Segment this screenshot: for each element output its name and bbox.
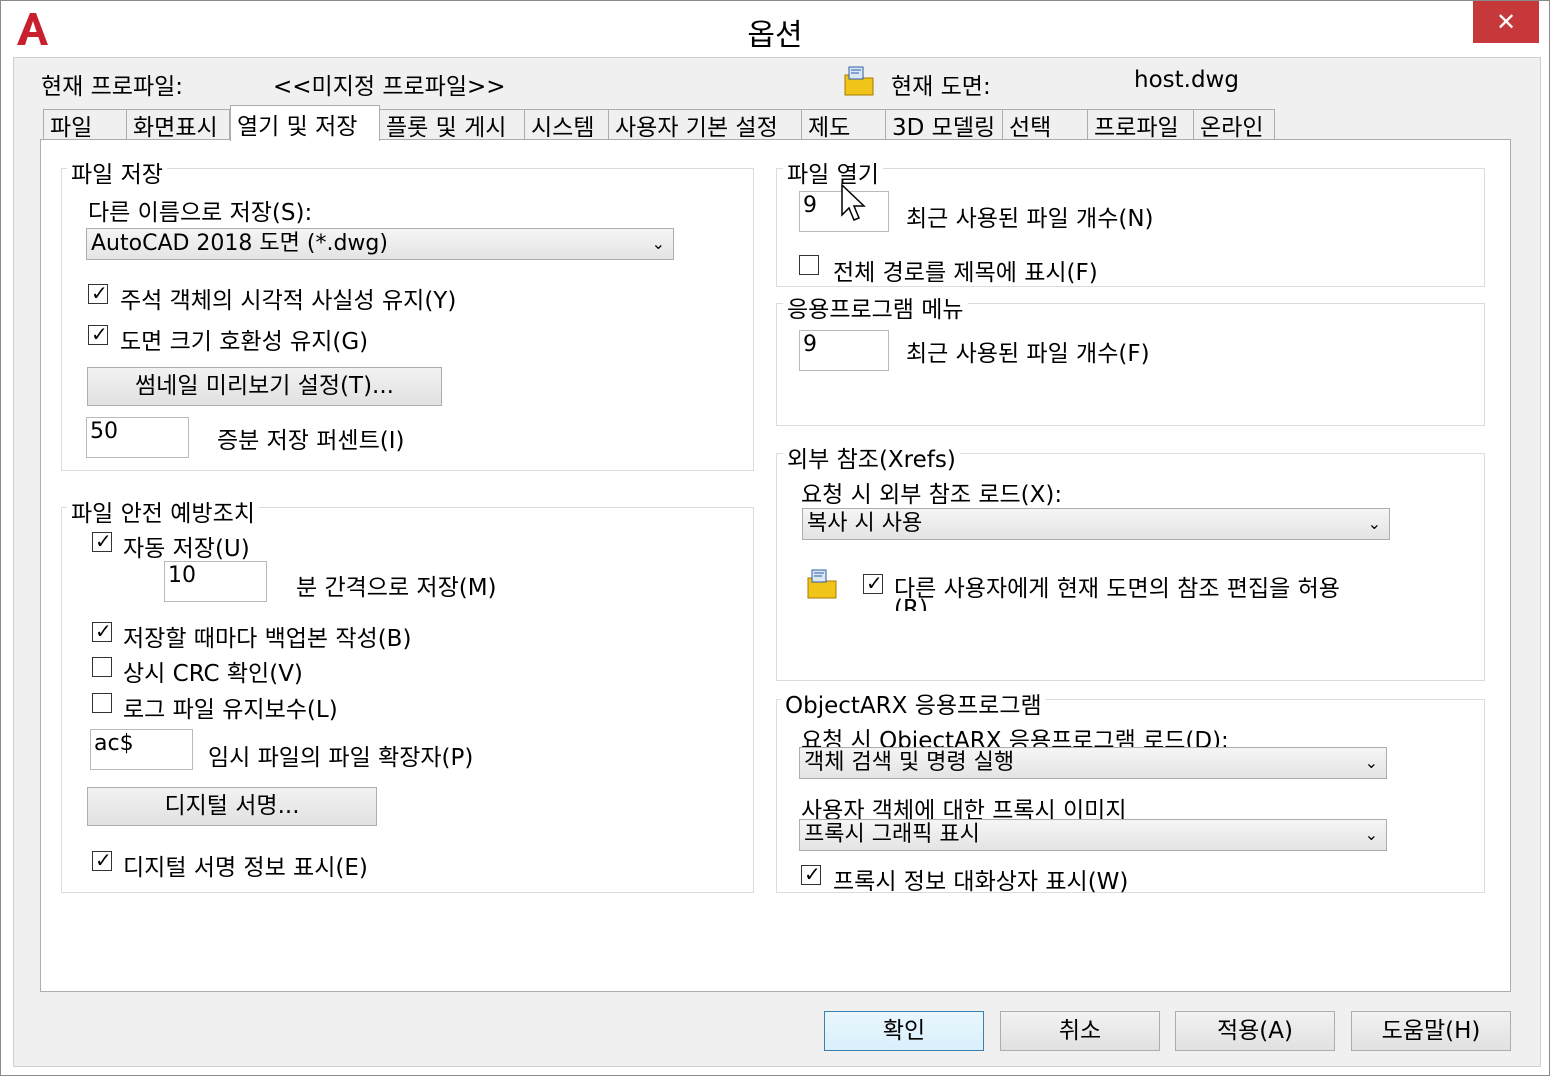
- autosave-interval-label: 분 간격으로 저장(M): [296, 575, 497, 601]
- current-profile-label: 현재 프로파일:: [41, 74, 184, 100]
- help-button[interactable]: 도움말(H): [1351, 1011, 1511, 1051]
- tab-profiles[interactable]: 프로파일: [1087, 109, 1194, 141]
- log-label: 로그 파일 유지보수(L): [123, 697, 338, 723]
- show-signature-label: 디지털 서명 정보 표시(E): [123, 855, 368, 881]
- proxy-dialog-label: 프록시 정보 대화상자 표시(W): [833, 869, 1129, 895]
- digital-signature-button[interactable]: 디지털 서명...: [87, 787, 377, 826]
- saveas-label: 다른 이름으로 저장(S):: [88, 200, 313, 226]
- crc-label: 상시 CRC 확인(V): [123, 661, 303, 687]
- tab-selection[interactable]: 선택: [1002, 109, 1088, 141]
- annot-visual-label: 주석 객체의 시각적 사실성 유지(Y): [120, 288, 457, 314]
- proxy-dialog-checkbox[interactable]: ✓: [801, 862, 821, 886]
- size-compat-checkbox[interactable]: ✓: [88, 322, 108, 346]
- close-button[interactable]: ✕: [1473, 1, 1539, 43]
- chevron-down-icon: ⌄: [1364, 825, 1378, 844]
- current-drawing-label: 현재 도면:: [891, 74, 991, 100]
- options-dialog: 옵션 ✕ 현재 프로파일: <<미지정 프로파일>> 현재 도면: host.d…: [0, 0, 1550, 1076]
- drawing-file-icon: [807, 569, 837, 599]
- app-menu-recent-label: 최근 사용된 파일 개수(F): [906, 341, 1150, 367]
- arx-demand-select[interactable]: 객체 검색 및 명령 실행 ⌄: [799, 747, 1387, 779]
- thumbnail-settings-button[interactable]: 썸네일 미리보기 설정(T)...: [87, 367, 442, 406]
- xrefs-title: 외부 참조(Xrefs): [783, 440, 960, 474]
- temp-ext-input[interactable]: ac$: [90, 729, 193, 770]
- log-checkbox[interactable]: [92, 693, 112, 713]
- full-path-checkbox[interactable]: [799, 255, 819, 275]
- checkmark-icon: ✓: [95, 529, 112, 553]
- autosave-label: 자동 저장(U): [123, 536, 250, 562]
- incremental-save-input[interactable]: 50: [86, 417, 189, 458]
- autosave-checkbox[interactable]: ✓: [92, 529, 112, 553]
- cancel-button[interactable]: 취소: [1000, 1011, 1160, 1051]
- app-menu-recent-input[interactable]: 9: [799, 330, 889, 371]
- backup-label: 저장할 때마다 백업본 작성(B): [123, 626, 412, 652]
- allow-xref-edit-label: 다른 사용자에게 현재 도면의 참조 편집을 허용: [894, 576, 1340, 602]
- mouse-cursor-icon: [841, 183, 866, 221]
- proxy-images-select[interactable]: 프록시 그래픽 표시 ⌄: [799, 819, 1387, 851]
- tab-3d-modeling[interactable]: 3D 모델링: [885, 109, 1003, 141]
- chevron-down-icon: ⌄: [1364, 753, 1378, 772]
- xref-demand-label: 요청 시 외부 참조 로드(X):: [801, 482, 1063, 508]
- tab-plot-and-publish[interactable]: 플롯 및 게시: [379, 109, 525, 141]
- checkmark-icon: ✓: [95, 619, 112, 643]
- current-profile-value: <<미지정 프로파일>>: [273, 74, 506, 100]
- checkmark-icon: ✓: [91, 281, 108, 305]
- checkmark-icon: ✓: [95, 848, 112, 872]
- size-compat-label: 도면 크기 호환성 유지(G): [120, 329, 369, 355]
- objectarx-title: ObjectARX 응용프로그램: [781, 686, 1046, 720]
- tab-online[interactable]: 온라인: [1193, 109, 1275, 141]
- drawing-file-icon: [844, 66, 874, 96]
- checkmark-icon: ✓: [91, 322, 108, 346]
- close-icon: ✕: [1495, 8, 1517, 36]
- app-menu-title: 응용프로그램 메뉴: [783, 290, 968, 324]
- allow-xref-edit-checkbox[interactable]: ✓: [863, 571, 883, 595]
- chevron-down-icon: ⌄: [1367, 514, 1381, 533]
- autosave-interval-input[interactable]: 10: [164, 561, 267, 602]
- backup-checkbox[interactable]: ✓: [92, 619, 112, 643]
- tab-display[interactable]: 화면표시: [126, 109, 230, 141]
- full-path-label: 전체 경로를 제목에 표시(F): [833, 260, 1098, 286]
- apply-button[interactable]: 적용(A): [1175, 1011, 1335, 1051]
- recent-files-label: 최근 사용된 파일 개수(N): [906, 206, 1154, 232]
- tab-user-preferences[interactable]: 사용자 기본 설정: [608, 109, 802, 141]
- file-safety-title: 파일 안전 예방조치: [67, 494, 259, 528]
- tab-drafting[interactable]: 제도: [801, 109, 886, 141]
- window-title: 옵션: [747, 18, 803, 53]
- crc-checkbox[interactable]: [92, 657, 112, 677]
- saveas-format-select[interactable]: AutoCAD 2018 도면 (*.dwg) ⌄: [86, 228, 674, 260]
- chevron-down-icon: ⌄: [651, 234, 665, 253]
- title-bar: 옵션 ✕: [1, 1, 1549, 57]
- tab-files[interactable]: 파일: [43, 109, 127, 141]
- incremental-save-label: 증분 저장 퍼센트(I): [217, 428, 405, 454]
- temp-ext-label: 임시 파일의 파일 확장자(P): [208, 745, 474, 771]
- annot-visual-checkbox[interactable]: ✓: [88, 281, 108, 305]
- checkmark-icon: ✓: [866, 571, 883, 595]
- file-save-title: 파일 저장: [67, 155, 167, 189]
- xref-demand-select[interactable]: 복사 시 사용 ⌄: [802, 508, 1390, 540]
- tab-system[interactable]: 시스템: [524, 109, 609, 141]
- current-drawing-value: host.dwg: [1134, 67, 1239, 93]
- tab-open-and-save[interactable]: 열기 및 저장: [230, 105, 380, 141]
- ok-button[interactable]: 확인: [824, 1011, 984, 1051]
- checkmark-icon: ✓: [804, 862, 821, 886]
- show-signature-checkbox[interactable]: ✓: [92, 848, 112, 872]
- allow-xref-edit-label-cont: (R): [894, 596, 928, 611]
